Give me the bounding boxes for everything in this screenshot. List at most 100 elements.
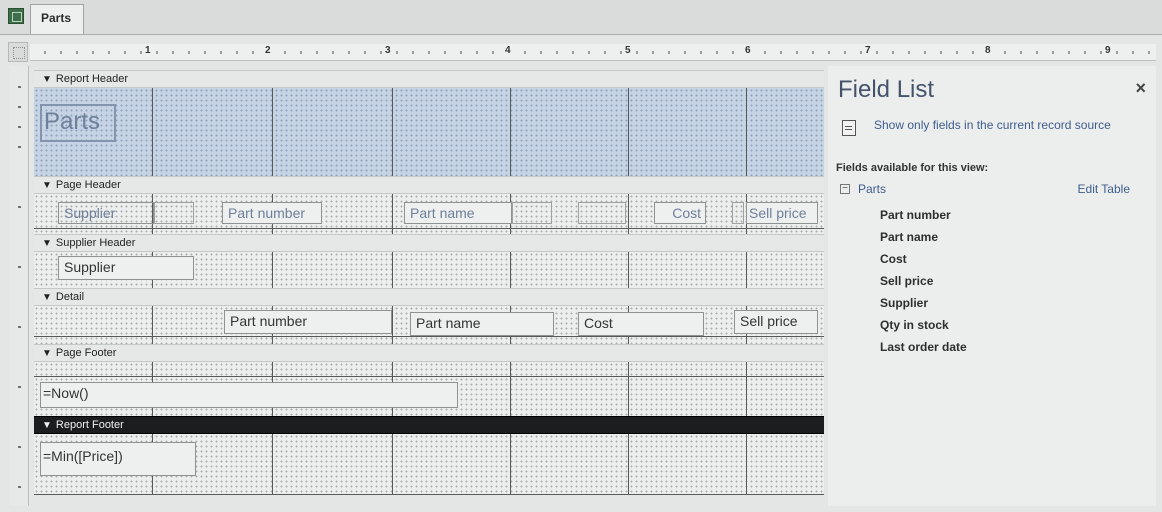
grid-line xyxy=(392,88,393,176)
field-item-sell-price[interactable]: Sell price xyxy=(880,270,967,292)
vruler-tick xyxy=(18,326,21,328)
field-list-pane: Field List × Show only fields in the cur… xyxy=(828,66,1156,506)
grid-line xyxy=(510,362,511,416)
page-footer-section[interactable]: =Now() xyxy=(34,362,824,416)
ruler-number: 4 xyxy=(504,45,512,56)
vruler-tick xyxy=(18,266,21,268)
report-footer-section[interactable]: =Min([Price]) xyxy=(34,434,824,495)
grid-line xyxy=(392,252,393,288)
empty-label-box[interactable] xyxy=(732,202,744,224)
vruler-tick xyxy=(18,446,21,448)
grid-line xyxy=(392,306,393,344)
field-list-items: Part number Part name Cost Sell price Su… xyxy=(880,204,967,358)
cost-header-label[interactable]: Cost xyxy=(654,202,706,224)
min-price-expression-textbox[interactable]: =Min([Price]) xyxy=(40,442,196,476)
cost-textbox[interactable]: Cost xyxy=(578,312,704,336)
record-source-icon[interactable] xyxy=(842,120,856,136)
detail-bar[interactable]: ▼ Detail xyxy=(34,288,824,306)
report-design-canvas[interactable]: ▼ Report Header Parts ▼ Page Header Suppli… xyxy=(34,66,824,506)
grid-line xyxy=(392,434,393,494)
grid-line xyxy=(152,306,153,344)
close-icon[interactable]: × xyxy=(1135,78,1146,99)
field-item-last-order-date[interactable]: Last order date xyxy=(880,336,967,358)
edit-table-link[interactable]: Edit Table xyxy=(1078,182,1130,196)
section-arrow-icon: ▼ xyxy=(42,348,52,359)
report-title-label[interactable]: Parts xyxy=(40,104,116,142)
field-item-part-name[interactable]: Part name xyxy=(880,226,967,248)
grid-line xyxy=(272,88,273,176)
grid-line xyxy=(628,362,629,416)
grid-line xyxy=(152,88,153,176)
ruler-number: 7 xyxy=(864,45,872,56)
supplier-header-bar[interactable]: ▼ Supplier Header xyxy=(34,234,824,252)
field-item-qty-in-stock[interactable]: Qty in stock xyxy=(880,314,967,336)
horizontal-ruler: 1 2 3 4 5 6 7 8 9 xyxy=(30,44,1156,61)
report-footer-bar[interactable]: ▼ Report Footer xyxy=(34,416,824,434)
document-tab-strip: Parts xyxy=(0,0,1162,35)
grid-line xyxy=(746,88,747,176)
page-header-section[interactable]: Supplier Part number Part name Cost Sell… xyxy=(34,194,824,234)
section-arrow-icon: ▼ xyxy=(42,420,52,431)
grid-line xyxy=(34,376,824,377)
vruler-tick xyxy=(18,106,21,108)
section-arrow-icon: ▼ xyxy=(42,292,52,303)
grid-line xyxy=(746,252,747,288)
section-arrow-icon: ▼ xyxy=(42,74,52,85)
supplier-textbox[interactable]: Supplier xyxy=(58,256,194,280)
empty-label-box[interactable] xyxy=(578,202,626,224)
field-item-part-number[interactable]: Part number xyxy=(880,204,967,226)
ruler-number: 3 xyxy=(384,45,392,56)
show-only-current-fields-link[interactable]: Show only fields in the current record s… xyxy=(874,118,1134,133)
grid-line xyxy=(746,362,747,416)
ruler-number: 6 xyxy=(744,45,752,56)
page-header-bar[interactable]: ▼ Page Header xyxy=(34,176,824,194)
grid-line xyxy=(272,434,273,494)
sell-price-header-label[interactable]: Sell price xyxy=(746,202,818,224)
part-number-header-label[interactable]: Part number xyxy=(222,202,322,224)
supplier-header-section[interactable]: Supplier xyxy=(34,252,824,288)
empty-label-box[interactable] xyxy=(512,202,552,224)
grid-line xyxy=(628,434,629,494)
report-header-section[interactable]: Parts xyxy=(34,88,824,176)
ruler-number: 9 xyxy=(1104,45,1112,56)
grid-line xyxy=(746,434,747,494)
supplier-header-label[interactable]: Supplier xyxy=(58,202,154,224)
vruler-tick xyxy=(18,206,21,208)
field-item-cost[interactable]: Cost xyxy=(880,248,967,270)
page-footer-bar[interactable]: ▼ Page Footer xyxy=(34,344,824,362)
grid-line xyxy=(34,494,824,495)
section-label: Report Header xyxy=(55,73,129,85)
tab-parts[interactable]: Parts xyxy=(30,4,84,34)
vruler-tick xyxy=(18,386,21,388)
grid-line xyxy=(510,434,511,494)
fields-available-label: Fields available for this view: xyxy=(836,162,989,174)
ruler-number: 2 xyxy=(264,45,272,56)
section-label: Supplier Header xyxy=(55,237,136,249)
ruler-number: 5 xyxy=(624,45,632,56)
ruler-number: 8 xyxy=(984,45,992,56)
grid-line xyxy=(510,88,511,176)
part-name-textbox[interactable]: Part name xyxy=(410,312,554,336)
vertical-ruler xyxy=(10,66,29,506)
grid-line xyxy=(34,336,824,337)
vruler-tick xyxy=(18,86,21,88)
now-expression-textbox[interactable]: =Now() xyxy=(40,382,458,408)
sell-price-textbox[interactable]: Sell price xyxy=(734,310,818,334)
vruler-tick xyxy=(18,146,21,148)
field-item-supplier[interactable]: Supplier xyxy=(880,292,967,314)
section-label: Page Header xyxy=(55,179,121,191)
table-name-parts[interactable]: Parts xyxy=(858,182,886,196)
detail-section[interactable]: Part number Part name Cost Sell price xyxy=(34,306,824,344)
ruler-corner-select-button[interactable] xyxy=(8,42,28,62)
grid-line xyxy=(34,228,824,229)
collapse-icon[interactable]: − xyxy=(840,184,850,194)
part-name-header-label[interactable]: Part name xyxy=(404,202,512,224)
grid-line xyxy=(628,252,629,288)
field-list-title: Field List xyxy=(838,76,935,103)
empty-label-box[interactable] xyxy=(154,202,194,224)
part-number-textbox[interactable]: Part number xyxy=(224,310,392,334)
section-label: Page Footer xyxy=(55,347,117,359)
vruler-tick xyxy=(18,486,21,488)
report-header-bar[interactable]: ▼ Report Header xyxy=(34,70,824,88)
ruler-number: 1 xyxy=(144,45,152,56)
